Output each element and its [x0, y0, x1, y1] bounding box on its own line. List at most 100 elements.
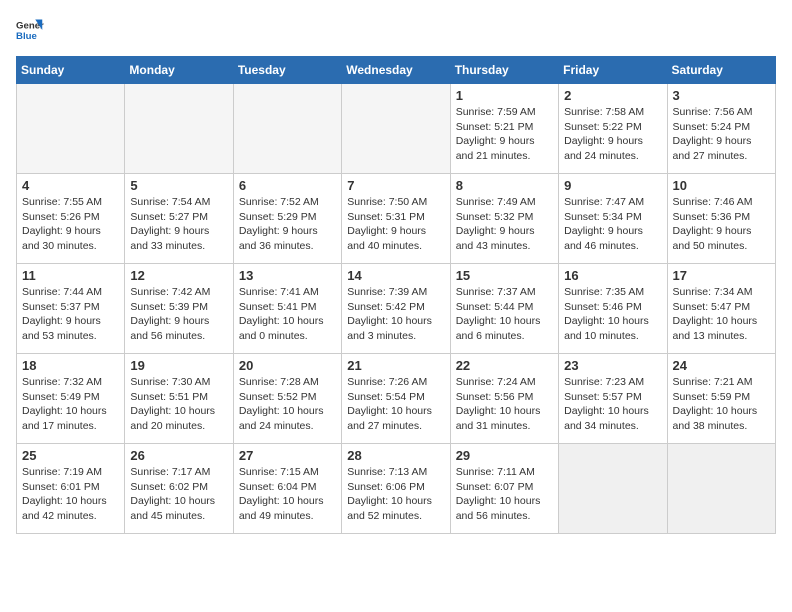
- day-detail: Sunrise: 7:39 AM Sunset: 5:42 PM Dayligh…: [347, 285, 444, 344]
- day-detail: Sunrise: 7:37 AM Sunset: 5:44 PM Dayligh…: [456, 285, 553, 344]
- calendar-cell: [17, 84, 125, 174]
- calendar-cell: 19 Sunrise: 7:30 AM Sunset: 5:51 PM Dayli…: [125, 354, 233, 444]
- day-detail: Sunrise: 7:17 AM Sunset: 6:02 PM Dayligh…: [130, 465, 227, 524]
- day-number: 2: [564, 88, 661, 103]
- calendar-week-row: 1 Sunrise: 7:59 AM Sunset: 5:21 PM Daylig…: [17, 84, 776, 174]
- logo-icon: General Blue: [16, 16, 44, 44]
- calendar-week-row: 25 Sunrise: 7:19 AM Sunset: 6:01 PM Dayli…: [17, 444, 776, 534]
- weekday-header: Wednesday: [342, 57, 450, 84]
- day-number: 7: [347, 178, 444, 193]
- calendar-cell: [342, 84, 450, 174]
- calendar-cell: 24 Sunrise: 7:21 AM Sunset: 5:59 PM Dayli…: [667, 354, 775, 444]
- day-detail: Sunrise: 7:23 AM Sunset: 5:57 PM Dayligh…: [564, 375, 661, 434]
- page-header: General Blue: [16, 16, 776, 44]
- calendar-cell: 22Sunrise: 7:24 AM Sunset: 5:56 PM Dayli…: [450, 354, 558, 444]
- calendar-cell: 23 Sunrise: 7:23 AM Sunset: 5:57 PM Dayli…: [559, 354, 667, 444]
- calendar-cell: 9 Sunrise: 7:47 AM Sunset: 5:34 PM Daylig…: [559, 174, 667, 264]
- day-number: 11: [22, 268, 119, 283]
- day-detail: Sunrise: 7:26 AM Sunset: 5:54 PM Dayligh…: [347, 375, 444, 434]
- day-detail: Sunrise: 7:44 AM Sunset: 5:37 PM Dayligh…: [22, 285, 119, 344]
- day-detail: Sunrise: 7:49 AM Sunset: 5:32 PM Dayligh…: [456, 195, 553, 254]
- day-number: 3: [673, 88, 770, 103]
- day-detail: Sunrise: 7:34 AM Sunset: 5:47 PM Dayligh…: [673, 285, 770, 344]
- day-number: 22: [456, 358, 553, 373]
- calendar-week-row: 18 Sunrise: 7:32 AM Sunset: 5:49 PM Dayli…: [17, 354, 776, 444]
- day-number: 13: [239, 268, 336, 283]
- day-number: 15: [456, 268, 553, 283]
- calendar-cell: 14 Sunrise: 7:39 AM Sunset: 5:42 PM Dayli…: [342, 264, 450, 354]
- weekday-header: Saturday: [667, 57, 775, 84]
- svg-text:Blue: Blue: [16, 31, 37, 42]
- calendar-cell: 20Sunrise: 7:28 AM Sunset: 5:52 PM Dayli…: [233, 354, 341, 444]
- day-detail: Sunrise: 7:47 AM Sunset: 5:34 PM Dayligh…: [564, 195, 661, 254]
- weekday-header: Tuesday: [233, 57, 341, 84]
- calendar-cell: 27 Sunrise: 7:15 AM Sunset: 6:04 PM Dayli…: [233, 444, 341, 534]
- calendar-cell: [125, 84, 233, 174]
- day-detail: Sunrise: 7:35 AM Sunset: 5:46 PM Dayligh…: [564, 285, 661, 344]
- day-number: 21: [347, 358, 444, 373]
- day-detail: Sunrise: 7:30 AM Sunset: 5:51 PM Dayligh…: [130, 375, 227, 434]
- day-number: 1: [456, 88, 553, 103]
- day-detail: Sunrise: 7:46 AM Sunset: 5:36 PM Dayligh…: [673, 195, 770, 254]
- day-number: 6: [239, 178, 336, 193]
- calendar-cell: 16 Sunrise: 7:35 AM Sunset: 5:46 PM Dayli…: [559, 264, 667, 354]
- calendar-cell: 5 Sunrise: 7:54 AM Sunset: 5:27 PM Daylig…: [125, 174, 233, 264]
- calendar-cell: 6 Sunrise: 7:52 AM Sunset: 5:29 PM Daylig…: [233, 174, 341, 264]
- day-number: 24: [673, 358, 770, 373]
- calendar-cell: 13 Sunrise: 7:41 AM Sunset: 5:41 PM Dayli…: [233, 264, 341, 354]
- day-detail: Sunrise: 7:32 AM Sunset: 5:49 PM Dayligh…: [22, 375, 119, 434]
- day-detail: Sunrise: 7:54 AM Sunset: 5:27 PM Dayligh…: [130, 195, 227, 254]
- calendar-table: SundayMondayTuesdayWednesdayThursdayFrid…: [16, 56, 776, 534]
- day-number: 16: [564, 268, 661, 283]
- calendar-cell: [667, 444, 775, 534]
- day-detail: Sunrise: 7:15 AM Sunset: 6:04 PM Dayligh…: [239, 465, 336, 524]
- calendar-week-row: 11 Sunrise: 7:44 AM Sunset: 5:37 PM Dayli…: [17, 264, 776, 354]
- weekday-header: Monday: [125, 57, 233, 84]
- day-number: 14: [347, 268, 444, 283]
- day-detail: Sunrise: 7:21 AM Sunset: 5:59 PM Dayligh…: [673, 375, 770, 434]
- calendar-cell: 8 Sunrise: 7:49 AM Sunset: 5:32 PM Daylig…: [450, 174, 558, 264]
- day-detail: Sunrise: 7:42 AM Sunset: 5:39 PM Dayligh…: [130, 285, 227, 344]
- day-number: 19: [130, 358, 227, 373]
- calendar-cell: [559, 444, 667, 534]
- day-number: 23: [564, 358, 661, 373]
- day-detail: Sunrise: 7:28 AM Sunset: 5:52 PM Dayligh…: [239, 375, 336, 434]
- calendar-cell: 29 Sunrise: 7:11 AM Sunset: 6:07 PM Dayli…: [450, 444, 558, 534]
- day-detail: Sunrise: 7:19 AM Sunset: 6:01 PM Dayligh…: [22, 465, 119, 524]
- day-detail: Sunrise: 7:52 AM Sunset: 5:29 PM Dayligh…: [239, 195, 336, 254]
- calendar-cell: 25 Sunrise: 7:19 AM Sunset: 6:01 PM Dayli…: [17, 444, 125, 534]
- day-detail: Sunrise: 7:11 AM Sunset: 6:07 PM Dayligh…: [456, 465, 553, 524]
- day-number: 5: [130, 178, 227, 193]
- calendar-cell: [233, 84, 341, 174]
- calendar-cell: 17Sunrise: 7:34 AM Sunset: 5:47 PM Dayli…: [667, 264, 775, 354]
- calendar-cell: 21 Sunrise: 7:26 AM Sunset: 5:54 PM Dayli…: [342, 354, 450, 444]
- day-detail: Sunrise: 7:55 AM Sunset: 5:26 PM Dayligh…: [22, 195, 119, 254]
- day-detail: Sunrise: 7:13 AM Sunset: 6:06 PM Dayligh…: [347, 465, 444, 524]
- calendar-week-row: 4 Sunrise: 7:55 AM Sunset: 5:26 PM Daylig…: [17, 174, 776, 264]
- calendar-cell: 28 Sunrise: 7:13 AM Sunset: 6:06 PM Dayli…: [342, 444, 450, 534]
- calendar-cell: 7Sunrise: 7:50 AM Sunset: 5:31 PM Daylig…: [342, 174, 450, 264]
- calendar-cell: 4 Sunrise: 7:55 AM Sunset: 5:26 PM Daylig…: [17, 174, 125, 264]
- day-number: 4: [22, 178, 119, 193]
- calendar-cell: 2 Sunrise: 7:58 AM Sunset: 5:22 PM Daylig…: [559, 84, 667, 174]
- calendar-cell: 15 Sunrise: 7:37 AM Sunset: 5:44 PM Dayli…: [450, 264, 558, 354]
- weekday-header: Thursday: [450, 57, 558, 84]
- day-detail: Sunrise: 7:59 AM Sunset: 5:21 PM Dayligh…: [456, 105, 553, 164]
- day-number: 10: [673, 178, 770, 193]
- weekday-header: Friday: [559, 57, 667, 84]
- logo: General Blue: [16, 16, 44, 44]
- day-number: 12: [130, 268, 227, 283]
- day-number: 25: [22, 448, 119, 463]
- calendar-cell: 26Sunrise: 7:17 AM Sunset: 6:02 PM Dayli…: [125, 444, 233, 534]
- day-detail: Sunrise: 7:41 AM Sunset: 5:41 PM Dayligh…: [239, 285, 336, 344]
- day-number: 18: [22, 358, 119, 373]
- day-detail: Sunrise: 7:58 AM Sunset: 5:22 PM Dayligh…: [564, 105, 661, 164]
- day-number: 27: [239, 448, 336, 463]
- calendar-cell: 3Sunrise: 7:56 AM Sunset: 5:24 PM Daylig…: [667, 84, 775, 174]
- calendar-body: 1 Sunrise: 7:59 AM Sunset: 5:21 PM Daylig…: [17, 84, 776, 534]
- day-number: 8: [456, 178, 553, 193]
- day-number: 29: [456, 448, 553, 463]
- day-number: 28: [347, 448, 444, 463]
- weekday-header: Sunday: [17, 57, 125, 84]
- day-number: 9: [564, 178, 661, 193]
